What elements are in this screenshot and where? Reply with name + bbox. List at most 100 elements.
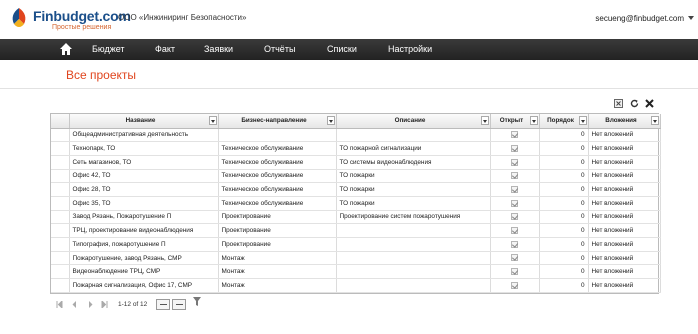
- table-row[interactable]: Офис 42, ТО Техническое обслуживание ТО по…: [51, 169, 661, 184]
- table-row[interactable]: Видеонаблюдение ТРЦ, СМР Монтаж 0 Нет вложе…: [51, 264, 661, 280]
- cell-name: Типография, пожаротушение П: [69, 237, 219, 252]
- column-dropdown-icon[interactable]: [208, 116, 217, 125]
- last-page-icon[interactable]: [101, 301, 108, 308]
- cell-attachments: Нет вложений: [588, 182, 661, 197]
- cell-open: [490, 237, 540, 252]
- cell-direction: Монтаж: [218, 251, 337, 266]
- cell-description: ТО пожарки: [336, 169, 491, 184]
- column-header-label: Бизнес-направление: [241, 117, 307, 125]
- row-selector[interactable]: [51, 223, 70, 238]
- open-checkbox[interactable]: [511, 268, 518, 276]
- column-header-name[interactable]: Название: [69, 114, 219, 129]
- cell-description: ТО пожарки: [336, 196, 491, 211]
- open-checkbox[interactable]: [511, 254, 518, 262]
- open-checkbox[interactable]: [511, 186, 518, 193]
- cell-name: Сеть магазинов, ТО: [69, 155, 219, 170]
- row-selector[interactable]: [51, 141, 70, 156]
- row-selector[interactable]: [51, 196, 70, 211]
- first-page-icon[interactable]: [56, 301, 63, 308]
- column-dropdown-icon[interactable]: [529, 116, 538, 125]
- logo-slogan: Простые решения: [52, 24, 112, 31]
- row-selector[interactable]: [51, 155, 70, 170]
- filter-icon[interactable]: [193, 297, 201, 306]
- cell-order: 0: [539, 223, 589, 238]
- table-row[interactable]: Общеадминистративная деятельность 0 Нет вл…: [51, 128, 661, 143]
- cell-open: [490, 251, 540, 266]
- open-checkbox[interactable]: [511, 158, 518, 166]
- nav-item-requests[interactable]: Заявки: [204, 44, 233, 54]
- nav-item-settings[interactable]: Настройки: [388, 44, 432, 54]
- column-dropdown-icon[interactable]: [480, 116, 489, 125]
- page-view-select[interactable]: [172, 299, 186, 310]
- cell-attachments: Нет вложений: [588, 210, 661, 225]
- column-header-order[interactable]: Порядок: [539, 114, 589, 129]
- cell-attachments: Нет вложений: [588, 128, 661, 143]
- cell-order: 0: [539, 141, 589, 156]
- open-checkbox[interactable]: [511, 172, 518, 180]
- open-checkbox[interactable]: [511, 240, 518, 248]
- export-excel-icon[interactable]: [614, 99, 623, 108]
- cell-order: 0: [539, 251, 589, 266]
- row-selector[interactable]: [51, 210, 70, 225]
- nav-item-lists[interactable]: Списки: [327, 44, 357, 54]
- table-row[interactable]: Пожарная сигнализация, Офис 17, СМР Монта…: [51, 278, 661, 293]
- prev-page-icon[interactable]: [71, 301, 78, 308]
- cell-order: 0: [539, 182, 589, 197]
- column-header-attachments[interactable]: Вложения: [588, 114, 661, 129]
- divider: [0, 88, 698, 89]
- cell-description: [336, 128, 491, 143]
- table-row[interactable]: Офис 35, ТО Техническое обслуживание ТО по…: [51, 196, 661, 211]
- table-row[interactable]: Сеть магазинов, ТО Техническое обслуживан…: [51, 155, 661, 170]
- nav-item-budget[interactable]: Бюджет: [92, 44, 125, 54]
- finbudget-logo-icon[interactable]: [6, 6, 32, 32]
- cell-name: Офис 35, ТО: [69, 196, 219, 211]
- refresh-icon[interactable]: [630, 99, 639, 108]
- table-row[interactable]: Технопарк, ТО Техническое обслуживание ТО …: [51, 141, 661, 156]
- cell-direction: Техническое обслуживание: [218, 155, 337, 170]
- nav-item-reports[interactable]: Отчёты: [264, 44, 295, 54]
- row-selector[interactable]: [51, 264, 70, 280]
- open-checkbox[interactable]: [511, 144, 518, 152]
- next-page-icon[interactable]: [87, 301, 94, 308]
- open-checkbox[interactable]: [511, 131, 518, 139]
- row-selector[interactable]: [51, 169, 70, 184]
- home-icon[interactable]: [59, 42, 73, 56]
- table-row[interactable]: Пожаротушение, завод Рязань, СМР Монтаж 0 Н…: [51, 251, 661, 266]
- row-selector[interactable]: [51, 128, 70, 143]
- cell-order: 0: [539, 237, 589, 252]
- chevron-down-icon[interactable]: [688, 16, 694, 20]
- open-checkbox[interactable]: [511, 227, 518, 235]
- cell-attachments: Нет вложений: [588, 278, 661, 293]
- cell-attachments: Нет вложений: [588, 223, 661, 238]
- column-header-open[interactable]: Открыт: [490, 114, 540, 129]
- column-dropdown-icon[interactable]: [326, 116, 335, 125]
- cell-description: [336, 237, 491, 252]
- table-row[interactable]: Завод Рязань, Пожаротушение П Проектирова…: [51, 210, 661, 225]
- close-icon[interactable]: [645, 99, 654, 108]
- user-menu[interactable]: secueng@finbudget.com: [595, 14, 684, 23]
- column-dropdown-icon[interactable]: [650, 116, 659, 125]
- nav-item-fact[interactable]: Факт: [155, 44, 175, 54]
- row-selector[interactable]: [51, 278, 70, 293]
- row-selector[interactable]: [51, 237, 70, 252]
- cell-name: Завод Рязань, Пожаротушение П: [69, 210, 219, 225]
- row-selector[interactable]: [51, 251, 70, 266]
- table-row[interactable]: Типография, пожаротушение П Проектировани…: [51, 237, 661, 252]
- open-checkbox[interactable]: [511, 213, 518, 221]
- cell-open: [490, 278, 540, 293]
- logo-text[interactable]: Finbudget.com: [33, 8, 131, 24]
- row-selector[interactable]: [51, 182, 70, 197]
- cell-name: Офис 28, ТО: [69, 182, 219, 197]
- cell-direction: Проектирование: [218, 237, 337, 252]
- cell-open: [490, 196, 540, 211]
- cell-open: [490, 169, 540, 184]
- open-checkbox[interactable]: [511, 281, 518, 289]
- column-dropdown-icon[interactable]: [578, 116, 587, 125]
- column-header-description[interactable]: Описание: [336, 114, 491, 129]
- open-checkbox[interactable]: [511, 199, 518, 207]
- cell-description: [336, 264, 491, 280]
- table-row[interactable]: ТРЦ, проектирование видеонаблюдения Проек…: [51, 223, 661, 238]
- page-size-select[interactable]: [156, 299, 170, 310]
- column-header-direction[interactable]: Бизнес-направление: [218, 114, 337, 129]
- table-row[interactable]: Офис 28, ТО Техническое обслуживание ТО по…: [51, 182, 661, 197]
